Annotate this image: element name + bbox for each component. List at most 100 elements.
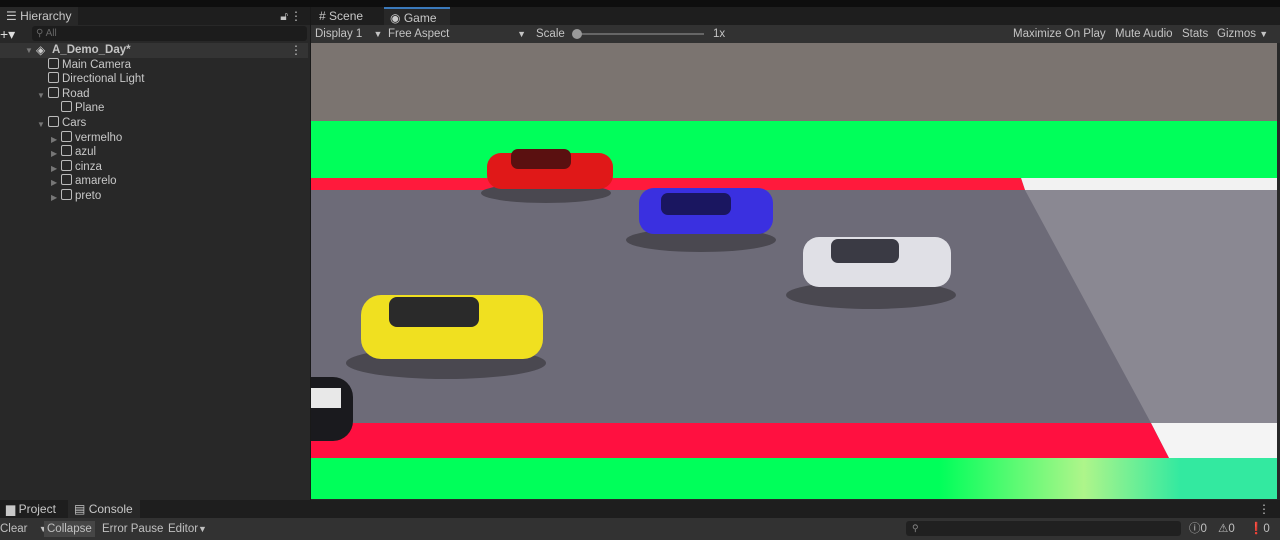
tab-label: Project	[18, 502, 56, 516]
warning-count: 0	[1228, 523, 1235, 535]
tab-project[interactable]: ▆ Project	[0, 500, 62, 518]
gameobject-icon	[61, 145, 72, 156]
editor-label: Editor	[168, 523, 199, 535]
gameobject-icon	[61, 174, 72, 185]
scene-row[interactable]: ▼ ◈ A_Demo_Day* ⋮	[0, 43, 308, 58]
item-label: Main Camera	[62, 59, 132, 71]
add-button[interactable]: +▾	[0, 26, 15, 43]
folder-icon: ▆	[6, 502, 16, 516]
expand-road-icon[interactable]: ▼	[37, 91, 45, 100]
tab-game[interactable]: ◉ Game	[384, 7, 450, 25]
maximize-on-play-button[interactable]: Maximize On Play	[1013, 27, 1106, 41]
item-label: cinza	[75, 161, 102, 173]
expand-icon[interactable]: ▶	[51, 164, 57, 173]
grass-top	[311, 121, 1277, 178]
expand-icon[interactable]: ▶	[51, 149, 57, 158]
item-label: preto	[75, 190, 102, 202]
item-label: amarelo	[75, 175, 117, 187]
scale-label: Scale	[536, 28, 565, 40]
scale-value: 1x	[713, 28, 726, 40]
item-azul[interactable]: azul	[61, 145, 96, 160]
tab-scene[interactable]: # Scene	[313, 7, 370, 25]
error-count-toggle[interactable]: ❗0	[1246, 521, 1273, 537]
tab-label: Game	[403, 11, 437, 25]
item-main-camera[interactable]: Main Camera	[48, 58, 131, 73]
item-cinza[interactable]: cinza	[61, 160, 102, 175]
unity-scene-icon: ◈	[36, 43, 46, 57]
hierarchy-panel: ☰ Hierarchy 🔓︎ ⋮ +▾ ⚲ All ▼ ◈ A_Demo_Day…	[0, 7, 310, 500]
car-red	[481, 149, 613, 203]
gameobject-icon	[61, 101, 72, 112]
item-label: Directional Light	[62, 73, 145, 85]
more-icon[interactable]: ⋮	[290, 9, 302, 23]
clear-label: Clear	[0, 523, 28, 535]
item-label: azul	[75, 146, 97, 158]
top-bar	[0, 0, 1280, 7]
item-road[interactable]: Road	[48, 87, 90, 102]
tab-hierarchy[interactable]: ☰ Hierarchy	[0, 7, 78, 25]
item-label: Cars	[62, 117, 87, 129]
error-pause-toggle[interactable]: Error Pause	[99, 521, 166, 537]
item-cars[interactable]: Cars	[48, 116, 86, 131]
console-panel: ▆ Project ▤ Console ⋮ Clear ▼ Collapse E…	[0, 500, 1280, 540]
car-grey	[786, 237, 956, 309]
expand-icon[interactable]: ▶	[51, 178, 57, 187]
item-directional-light[interactable]: Directional Light	[48, 72, 144, 87]
mute-audio-button[interactable]: Mute Audio	[1115, 27, 1173, 41]
search-input[interactable]: ⚲ All	[32, 26, 307, 41]
car-blue	[626, 188, 776, 252]
item-amarelo[interactable]: amarelo	[61, 174, 117, 189]
game-viewport[interactable]	[311, 43, 1277, 499]
expand-icon[interactable]: ▶	[51, 135, 57, 144]
more-icon[interactable]: ⋮	[1258, 502, 1270, 516]
warning-count-toggle[interactable]: ⚠0	[1215, 521, 1238, 537]
search-placeholder: All	[45, 28, 57, 39]
gizmos-label: Gizmos	[1217, 28, 1256, 40]
collapse-toggle[interactable]: Collapse	[44, 521, 95, 537]
console-icon: ▤	[74, 502, 86, 516]
item-plane[interactable]: Plane	[61, 101, 104, 116]
curb-top-white	[1021, 178, 1277, 190]
item-label: Plane	[75, 102, 105, 114]
grass-bottom	[311, 458, 1277, 499]
scene-name: A_Demo_Day*	[52, 44, 131, 56]
item-label: Road	[62, 88, 90, 100]
hierarchy-title: Hierarchy	[20, 9, 72, 23]
aspect-label: Free Aspect	[388, 28, 450, 40]
expand-cars-icon[interactable]: ▼	[37, 120, 45, 129]
scene-menu-icon[interactable]: ⋮	[290, 43, 302, 57]
curb-bottom-white	[1151, 423, 1277, 458]
backdrop	[311, 43, 1277, 121]
scale-slider-handle[interactable]	[572, 29, 582, 39]
editor-dropdown[interactable]: Editor▼	[165, 521, 210, 537]
curb-bottom-red	[311, 423, 1169, 458]
gizmos-dropdown[interactable]: Gizmos ▼	[1217, 27, 1268, 41]
tab-label: Console	[88, 502, 133, 516]
scale-slider[interactable]	[572, 29, 704, 39]
gameobject-icon	[61, 131, 72, 142]
tab-label: Scene	[329, 9, 364, 23]
tab-console[interactable]: ▤ Console	[68, 500, 140, 518]
console-search-input[interactable]: ⚲	[906, 521, 1181, 536]
log-count: 0	[1200, 523, 1207, 535]
lock-icon[interactable]: 🔓︎	[280, 9, 288, 24]
gameobject-icon	[48, 72, 59, 83]
car-black	[311, 377, 353, 441]
display-dropdown[interactable]: Display 1 ▼	[315, 27, 382, 41]
gamepad-icon: ◉	[390, 11, 401, 25]
expand-icon[interactable]: ▶	[51, 193, 57, 202]
gameobject-icon	[61, 189, 72, 200]
display-label: Display 1	[315, 28, 363, 40]
aspect-dropdown[interactable]: Free Aspect ▼	[388, 27, 528, 41]
log-count-toggle[interactable]: ⓘ0	[1186, 521, 1210, 537]
item-label: vermelho	[75, 132, 123, 144]
gameobject-icon	[48, 58, 59, 69]
item-preto[interactable]: preto	[61, 189, 101, 204]
gameobject-icon	[48, 87, 59, 98]
error-count: 0	[1263, 523, 1270, 535]
gameobject-icon	[61, 160, 72, 171]
stats-button[interactable]: Stats	[1182, 27, 1208, 41]
gameobject-icon	[48, 116, 59, 127]
car-yellow	[346, 295, 546, 379]
item-vermelho[interactable]: vermelho	[61, 131, 122, 146]
